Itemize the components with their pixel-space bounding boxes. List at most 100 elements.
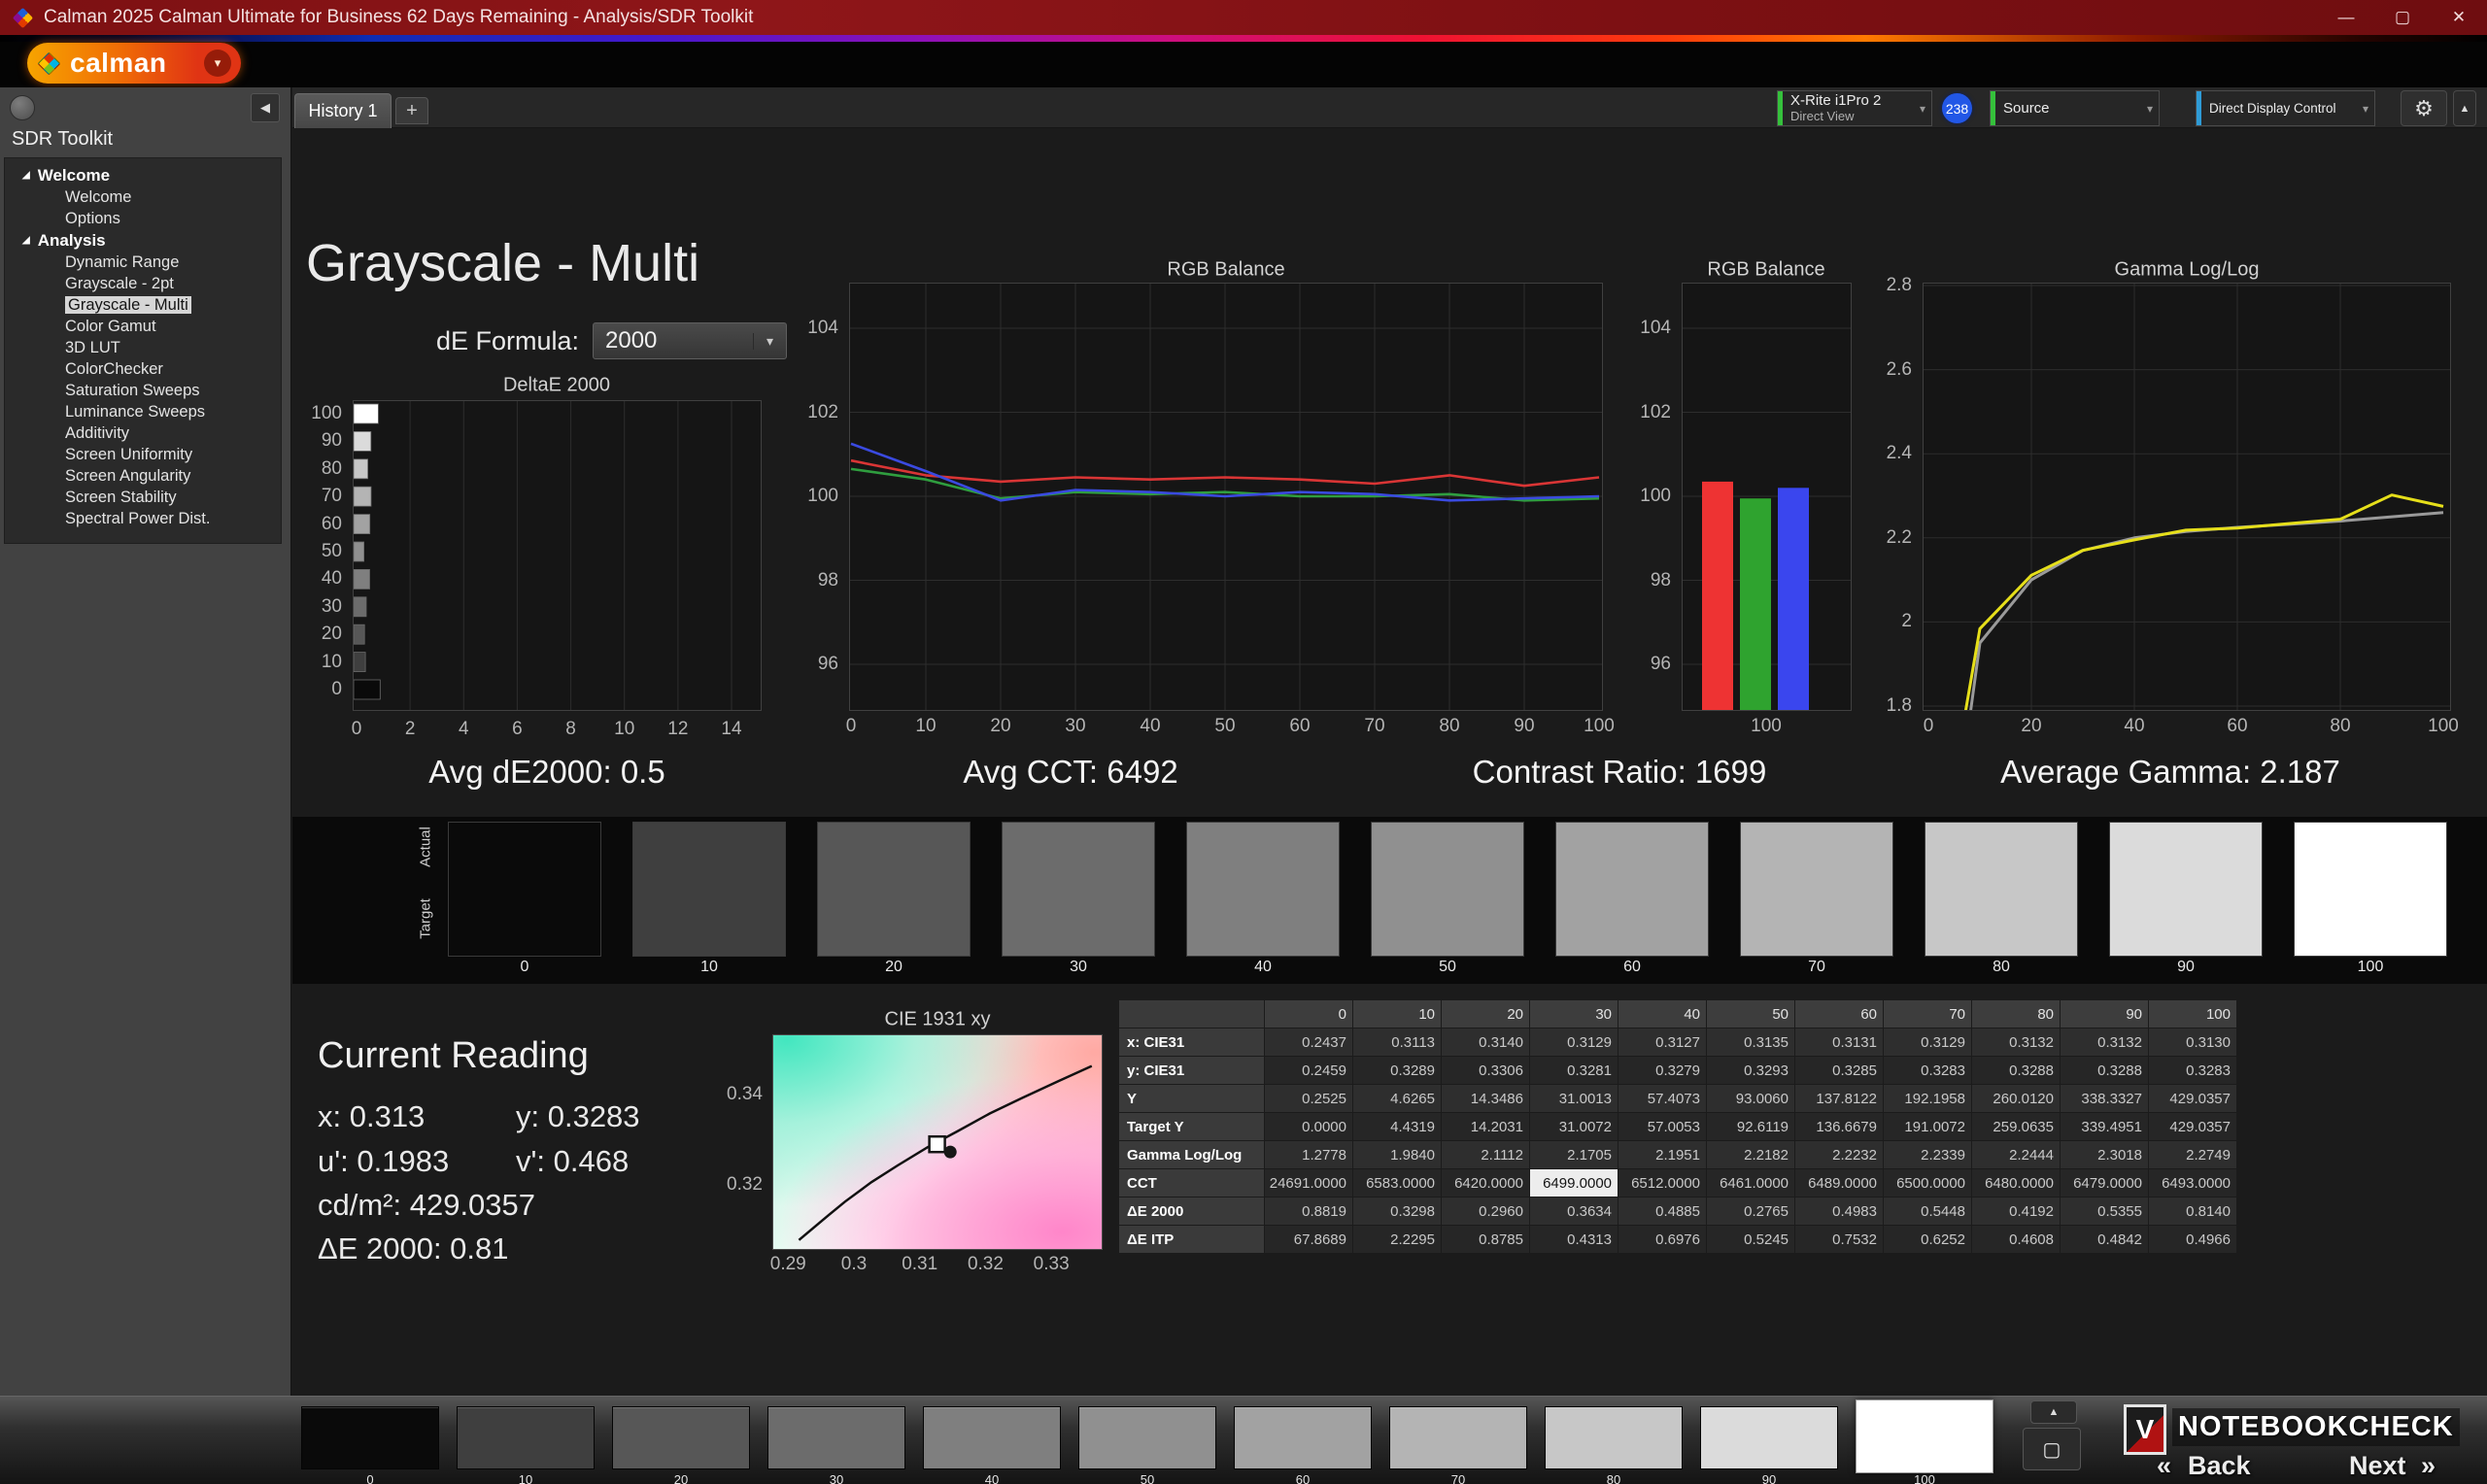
pattern-button-40[interactable] <box>923 1406 1061 1469</box>
axis-tick-label: 60 <box>1289 716 1310 737</box>
pattern-button-80[interactable] <box>1545 1406 1683 1469</box>
axis-tick-label: 0.3 <box>841 1254 867 1275</box>
axis-tick-label: 40 <box>1140 716 1160 737</box>
axis-tick-label: 104 <box>1640 318 1671 339</box>
pattern-button-30[interactable] <box>767 1406 905 1469</box>
calman-window: Calman 2025 Calman Ultimate for Business… <box>0 0 2487 1484</box>
axis-tick-label: 0.32 <box>968 1254 1004 1275</box>
pattern-button-20[interactable] <box>612 1406 750 1469</box>
axis-tick-label: 20 <box>322 624 342 645</box>
axis-tick-label: 50 <box>1214 716 1235 737</box>
target-marker <box>930 1136 945 1152</box>
chart-title: Gamma Log/Log <box>2115 259 2260 282</box>
axis-tick-label: 0.33 <box>1034 1254 1070 1275</box>
notebookcheck-logo: V <box>2124 1404 2166 1455</box>
axis-tick-label: 10 <box>915 716 936 737</box>
pattern-button-label: 100 <box>1914 1472 1935 1484</box>
pattern-button-label: 0 <box>366 1472 373 1484</box>
pattern-button-50[interactable] <box>1078 1406 1216 1469</box>
pattern-page-up-button[interactable]: ▲ <box>2030 1400 2077 1424</box>
axis-tick-label: 96 <box>1651 654 1671 675</box>
pattern-button-label: 10 <box>519 1472 532 1484</box>
back-button[interactable]: Back <box>2188 1451 2251 1481</box>
axis-tick-label: 100 <box>2428 716 2459 737</box>
axis-tick-label: 100 <box>807 486 838 507</box>
axis-tick-label: 100 <box>1584 716 1615 737</box>
deltae-plot <box>353 400 762 711</box>
pattern-button-100[interactable] <box>1856 1400 1993 1473</box>
axis-tick-label: 0 <box>846 716 857 737</box>
pattern-button-label: 30 <box>830 1472 843 1484</box>
axis-tick-label: 30 <box>322 596 342 618</box>
pattern-button-label: 60 <box>1296 1472 1310 1484</box>
charts-layer: 010203040506070809010002468101214DeltaE … <box>0 0 2487 1484</box>
axis-tick-label: 6 <box>512 719 523 740</box>
pattern-button-70[interactable] <box>1389 1406 1527 1469</box>
axis-tick-label: 102 <box>1640 402 1671 423</box>
axis-tick-label: 8 <box>565 719 576 740</box>
gamma-plot <box>1923 283 2451 711</box>
axis-tick-label: 96 <box>818 654 838 675</box>
axis-tick-label: 1.8 <box>1887 695 1912 717</box>
cie-diagram <box>772 1034 1103 1250</box>
axis-tick-label: 104 <box>807 318 838 339</box>
axis-tick-label: 100 <box>1640 486 1671 507</box>
pattern-window-button[interactable]: ▢ <box>2023 1428 2081 1470</box>
axis-tick-label: 70 <box>1364 716 1384 737</box>
axis-tick-label: 20 <box>990 716 1010 737</box>
axis-tick-label: 0 <box>331 679 342 700</box>
axis-tick-label: 10 <box>614 719 634 740</box>
axis-tick-label: 80 <box>2330 716 2350 737</box>
measured-marker <box>944 1146 957 1159</box>
axis-tick-label: 2.8 <box>1887 275 1912 296</box>
pattern-button-10[interactable] <box>457 1406 595 1469</box>
back-arrow-icon[interactable]: « <box>2157 1451 2171 1481</box>
axis-tick-label: 0.32 <box>727 1174 763 1196</box>
next-arrow-icon[interactable]: » <box>2421 1451 2436 1481</box>
axis-tick-label: 80 <box>1439 716 1459 737</box>
pattern-button-label: 40 <box>985 1472 999 1484</box>
pattern-button-90[interactable] <box>1700 1406 1838 1469</box>
axis-tick-label: 10 <box>322 652 342 673</box>
axis-tick-label: 12 <box>667 719 688 740</box>
pattern-button-0[interactable] <box>301 1406 439 1469</box>
axis-tick-label: 2.6 <box>1887 359 1912 381</box>
axis-tick-label: 0.34 <box>727 1084 763 1105</box>
pattern-button-label: 70 <box>1451 1472 1465 1484</box>
chart-title: RGB Balance <box>1707 259 1824 282</box>
axis-tick-label: 0 <box>1924 716 1934 737</box>
rgb-balance-line-plot <box>849 283 1603 711</box>
axis-tick-label: 90 <box>322 430 342 452</box>
axis-tick-label: 80 <box>322 458 342 480</box>
axis-tick-label: 30 <box>1065 716 1085 737</box>
notebookcheck-watermark: V NOTEBOOKCHECK « Back Next » <box>2124 1402 2487 1480</box>
axis-tick-label: 0.29 <box>770 1254 806 1275</box>
axis-tick-label: 2 <box>405 719 416 740</box>
axis-tick-label: 100 <box>1751 716 1782 737</box>
axis-tick-label: 2 <box>1901 611 1912 632</box>
pattern-square-icon: ▢ <box>2043 1437 2061 1462</box>
axis-tick-label: 98 <box>1651 570 1671 591</box>
axis-tick-label: 4 <box>459 719 469 740</box>
axis-tick-label: 60 <box>2227 716 2247 737</box>
rgb-balance-bar-plot <box>1682 283 1852 711</box>
chart-title: CIE 1931 xy <box>885 1009 991 1031</box>
pattern-button-label: 50 <box>1141 1472 1154 1484</box>
axis-tick-label: 14 <box>721 719 741 740</box>
axis-tick-label: 0.31 <box>902 1254 937 1275</box>
axis-tick-label: 40 <box>2124 716 2144 737</box>
next-button[interactable]: Next <box>2349 1451 2406 1481</box>
axis-tick-label: 60 <box>322 514 342 535</box>
pattern-button-60[interactable] <box>1234 1406 1372 1469</box>
axis-tick-label: 98 <box>818 570 838 591</box>
pattern-bar: ▲ ▢ 0102030405060708090100 <box>0 1396 2487 1484</box>
axis-tick-label: 2.4 <box>1887 443 1912 464</box>
axis-tick-label: 70 <box>322 486 342 507</box>
pattern-button-label: 80 <box>1607 1472 1620 1484</box>
notebookcheck-text: NOTEBOOKCHECK <box>2172 1408 2460 1446</box>
axis-tick-label: 50 <box>322 541 342 562</box>
chart-title: DeltaE 2000 <box>503 375 610 397</box>
axis-tick-label: 40 <box>322 568 342 590</box>
axis-tick-label: 2.2 <box>1887 527 1912 549</box>
pattern-button-label: 20 <box>674 1472 688 1484</box>
